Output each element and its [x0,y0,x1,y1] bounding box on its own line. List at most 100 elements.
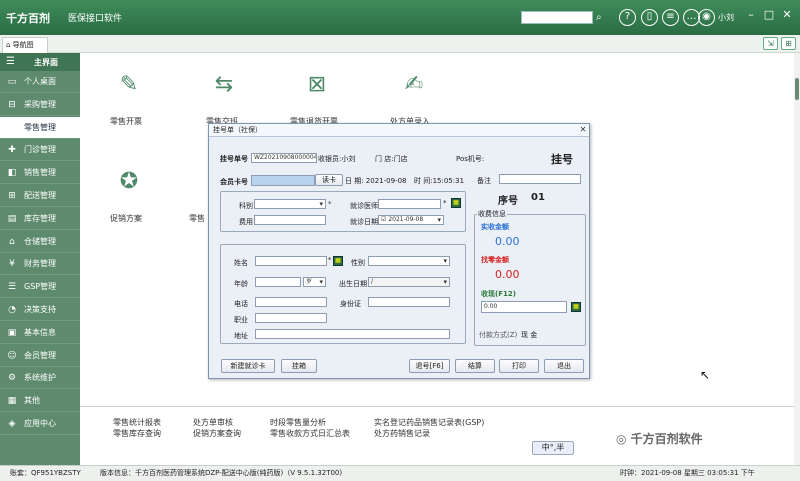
member-card-input[interactable] [251,175,315,186]
sidebar-item-member[interactable]: ☺ 会员管理 [0,345,80,367]
refund-button[interactable]: 退号[F6] [409,359,450,373]
maximize-icon[interactable]: □ [762,8,776,21]
sidebar-item-other[interactable]: ▦ 其他 [0,390,80,413]
cash-input[interactable]: 0.00 [481,301,567,313]
name-picker-icon[interactable]: ▦ [333,256,343,266]
sidebar-item-retail[interactable]: 零售管理 [0,116,80,139]
retail-partial-link[interactable]: 零售 [189,213,205,224]
read-card-button[interactable]: 读卡 [315,174,343,186]
prescription-icon[interactable]: ✍ [397,68,431,102]
pay-method-value[interactable]: 现 金 [521,330,537,340]
print-form-button[interactable]: 挂箱 [281,359,317,373]
sidebar-item-sales[interactable]: ◧ 销售管理 [0,162,80,185]
search-icon[interactable]: ⌕ [596,11,609,24]
scrollbar[interactable] [794,53,800,465]
top-search-input[interactable] [521,11,593,24]
sidebar-item-gsp[interactable]: ☰ GSP管理 [0,276,80,299]
id-card-input[interactable] [368,297,450,307]
wechat-icon: ◎ [616,432,631,446]
retail-invoice-link[interactable]: 零售开票 [110,116,142,127]
gender-select[interactable] [368,256,450,266]
window-icon[interactable]: ⊞ [781,37,796,50]
pos-label: Pos机号: [456,155,485,163]
close-icon[interactable]: ✕ [780,8,794,21]
sidebar-item-cart[interactable]: ⊟ 采购管理 [0,94,80,116]
export-icon[interactable]: ⇲ [763,37,778,50]
report-promotion-query[interactable]: 促销方案查询 [193,428,241,439]
remark-label: 备注 [477,177,491,185]
report-retail-stats[interactable]: 零售统计报表 [113,417,161,428]
tab-nav[interactable]: ⌂ 导航图 [2,37,48,53]
visit-info-group [220,191,466,232]
exit-button[interactable]: 退出 [544,359,584,373]
shift-handover-icon[interactable]: ⇆ [207,68,241,102]
clinic-icon: ✚ [8,145,16,156]
sidebar-item-decision[interactable]: ◔ 决策支持 [0,299,80,321]
report-realname-drug[interactable]: 实名登记药品销售记录表(GSP) [374,417,484,428]
payment-group [474,214,586,346]
visit-date-checkbox-icon[interactable]: ☑ [381,216,386,223]
retail-invoice-icon[interactable]: ✎ [112,68,146,102]
age-input[interactable] [255,277,301,287]
name-input[interactable] [255,256,327,266]
status-bar: 账套：QF951YBZSTY 版本信息：千方百剂医药管理系统DZP-配送中心版(… [0,465,800,481]
birth-date-value: / [371,278,374,285]
sidebar-item-info[interactable]: ▣ 基本信息 [0,322,80,344]
help-icon[interactable]: ? [619,9,636,26]
divider [80,406,794,407]
phone-input[interactable] [255,297,327,307]
sidebar-home-label: 主界面 [34,58,58,67]
address-input[interactable] [255,329,450,339]
retail-return-icon[interactable]: ⊠ [300,68,334,102]
sidebar-item-warehouse[interactable]: ⌂ 仓储管理 [0,231,80,253]
doctor-picker-icon[interactable]: ▦ [451,198,461,208]
sidebar-item-desktop[interactable]: ▭ 个人桌面 [0,71,80,93]
promotion-link[interactable]: 促销方案 [110,213,142,224]
job-input[interactable] [255,313,327,323]
sales-icon: ◧ [7,168,17,179]
report-retail-stock[interactable]: 零售库存查询 [113,428,161,439]
fee-label: 费用 [239,218,253,226]
ime-indicator[interactable]: 中°,半 [532,441,574,455]
remark-input[interactable] [499,174,581,184]
doctor-required-mark: * [443,199,447,207]
report-rx-sales[interactable]: 处方药销售记录 [374,428,430,439]
birth-date-picker[interactable]: / [368,277,450,287]
decision-icon: ◔ [8,305,16,315]
sidebar-item-label: 基本信息 [24,327,56,337]
report-period-analysis[interactable]: 时段零售量分析 [270,417,326,428]
cash-picker-icon[interactable]: ▦ [571,302,581,312]
sidebar-item-delivery[interactable]: ⊞ 配送管理 [0,185,80,207]
doctor-input[interactable] [378,199,441,209]
dept-select[interactable] [254,199,326,209]
settle-button[interactable]: 结算 [455,359,495,373]
print-button[interactable]: 打印 [499,359,539,373]
date-text: 日 期: 2021-09-08 [345,177,407,185]
finance-icon: ¥ [9,259,15,270]
sidebar-item-finance[interactable]: ¥ 财务管理 [0,253,80,276]
promotion-icon[interactable]: ✪ [112,165,146,199]
dialog-close-icon[interactable]: ✕ [578,125,588,135]
reg-no-field[interactable]: WZ20210908000004 [251,153,317,163]
report-payment-summary[interactable]: 零售收款方式日汇总表 [270,428,350,439]
scrollbar-thumb[interactable] [795,78,799,100]
sidebar-item-clinic[interactable]: ✚ 门诊管理 [0,139,80,162]
fee-input[interactable] [254,215,326,225]
new-visit-card-button[interactable]: 新建就诊卡 [221,359,275,373]
minimize-icon[interactable]: – [744,8,758,21]
report-prescription-audit[interactable]: 处方单审核 [193,417,233,428]
sidebar-item-app-center[interactable]: ◈ 应用中心 [0,413,80,435]
visit-date-picker[interactable]: ☑ 2021-09-08 [378,215,444,225]
document-icon[interactable]: ≡ [662,9,679,26]
address-label: 地址 [234,332,248,340]
gsp-icon: ☰ [7,282,17,293]
phone-label: 电话 [234,300,248,308]
avatar[interactable]: ◉ [698,9,715,26]
dept-required-mark: * [328,200,332,208]
sidebar-item-inventory[interactable]: ▤ 库存管理 [0,208,80,230]
sidebar-home[interactable]: ☰ 主界面 [0,53,80,71]
sidebar-item-system[interactable]: ⚙ 系统维护 [0,367,80,390]
registration-dialog: 挂号单（社保） ✕ 挂号单号 WZ20210908000004 收银员:小刘 门… [208,123,590,379]
visit-date-value: 2021-09-08 [388,216,424,223]
phone-icon[interactable]: ▯ [641,9,658,26]
